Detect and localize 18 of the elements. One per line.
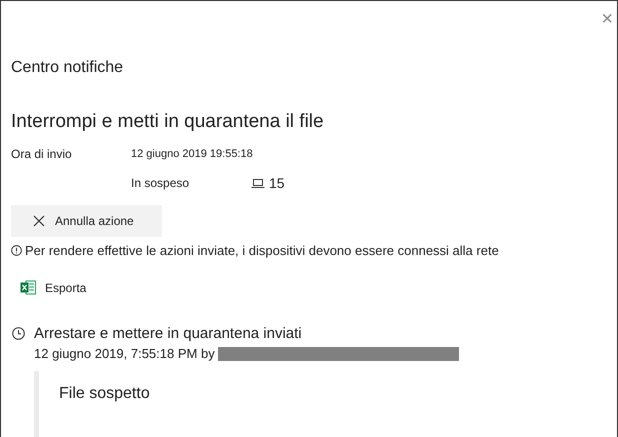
action-title: Interrompi e metti in quarantena il file (11, 111, 325, 133)
sent-label: Ora di invio (11, 147, 73, 161)
export-button[interactable]: Esporta (20, 280, 86, 295)
cancel-action-button[interactable]: Annulla azione (11, 205, 162, 237)
spreadsheet-icon (20, 280, 36, 295)
panel-title: Centro notifiche (11, 59, 124, 77)
close-button[interactable]: × (601, 7, 613, 37)
laptop-icon (251, 178, 265, 188)
history-title: Arrestare e mettere in quarantena inviati (34, 325, 302, 342)
info-icon (11, 245, 22, 256)
item-title: File sospetto (59, 385, 150, 402)
clock-icon (12, 327, 25, 340)
sent-value: 12 giugno 2019 19:55:18 (131, 148, 251, 160)
history-timestamp: 12 giugno 2019, 7:55:18 PM by (34, 346, 215, 361)
info-text: Per rendere effettive le azioni inviate, i dispositivi devono essere connessi alla rete (25, 243, 499, 258)
status-text: In sospeso (131, 176, 190, 190)
close-icon (33, 215, 45, 227)
device-count: 15 (269, 175, 285, 191)
